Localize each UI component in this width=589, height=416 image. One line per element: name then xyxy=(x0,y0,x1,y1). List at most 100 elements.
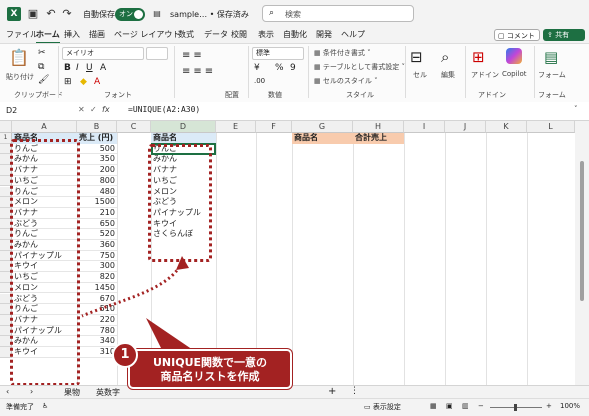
formula-cancel-icon[interactable]: ✕ xyxy=(78,105,85,114)
cell-sales[interactable]: 210 xyxy=(77,208,117,219)
formula-input[interactable]: =UNIQUE(A2:A30) xyxy=(128,105,200,114)
save-icon[interactable]: ▣ xyxy=(26,7,40,21)
expand-formula-icon[interactable]: ˅ xyxy=(574,105,578,113)
cell-sales[interactable]: 220 xyxy=(77,315,117,326)
cell-sales[interactable]: 780 xyxy=(77,326,117,337)
comment-button[interactable]: ▢ コメント xyxy=(494,29,540,41)
tab-automate[interactable]: 自動化 xyxy=(283,28,307,42)
cells-label[interactable]: セル xyxy=(413,70,427,80)
tab-home[interactable]: ホーム xyxy=(36,28,60,44)
normal-view-icon[interactable]: ▦ xyxy=(430,402,437,410)
page-layout-view-icon[interactable]: ▣ xyxy=(446,402,453,410)
tab-formulas[interactable]: 数式 xyxy=(178,28,194,42)
align-left-icon[interactable]: ≡≡≡ xyxy=(182,66,216,77)
currency-icon[interactable]: ¥ xyxy=(254,63,260,73)
cell-sales[interactable]: 650 xyxy=(77,219,117,230)
cell-styles-button[interactable]: ▦ セルのスタイル ˅ xyxy=(314,76,378,86)
increase-decimal-icon[interactable]: .00 xyxy=(254,77,265,85)
page-break-view-icon[interactable]: ▥ xyxy=(462,402,469,410)
font-size-select[interactable] xyxy=(146,47,168,60)
align-top-icon[interactable]: ≡≡ xyxy=(182,50,205,61)
comma-icon[interactable]: 9 xyxy=(290,63,296,73)
copilot-icon[interactable] xyxy=(506,48,522,64)
conditional-format-button[interactable]: ▦ 条件付き書式 ˅ xyxy=(314,48,371,58)
vertical-scrollbar[interactable] xyxy=(576,121,589,385)
paste-icon[interactable]: 📋 xyxy=(8,48,30,68)
copilot-label[interactable]: Copilot xyxy=(502,70,527,78)
forms-label[interactable]: フォーム xyxy=(538,70,566,80)
cells-icon[interactable]: ⊟ xyxy=(410,48,423,66)
cell-sales[interactable]: 1450 xyxy=(77,283,117,294)
tab-page-layout[interactable]: ページ レイアウト xyxy=(114,28,180,42)
cell-sales[interactable]: 310 xyxy=(77,347,117,358)
italic-icon[interactable]: I xyxy=(76,63,79,73)
header-total-sales[interactable]: 合計売上 xyxy=(353,133,404,144)
zoom-out-icon[interactable]: − xyxy=(478,402,484,410)
addin-label[interactable]: アドイン xyxy=(471,70,499,80)
cell-sales[interactable]: 360 xyxy=(77,240,117,251)
worksheet-grid[interactable]: A B C D E F G H I J K L 1 商品名 売上 (円) 商品名… xyxy=(0,121,575,385)
cell-sales[interactable]: 800 xyxy=(77,176,117,187)
cell-sales[interactable]: 200 xyxy=(77,165,117,176)
zoom-in-icon[interactable]: + xyxy=(546,402,552,410)
paste-label[interactable]: 貼り付け xyxy=(6,72,34,82)
tab-insert[interactable]: 挿入 xyxy=(64,28,80,42)
accessibility-icon[interactable]: ♿ xyxy=(42,402,48,410)
tab-data[interactable]: データ xyxy=(204,28,228,42)
forms-icon[interactable]: ▤ xyxy=(544,48,558,66)
column-header-a[interactable]: A xyxy=(12,121,77,133)
column-header-d[interactable]: D xyxy=(151,121,216,133)
tab-draw[interactable]: 描画 xyxy=(89,28,105,42)
column-header-c[interactable]: C xyxy=(117,121,151,133)
sheet-prev-icon[interactable]: ‹ xyxy=(6,387,9,396)
tab-view[interactable]: 表示 xyxy=(258,28,274,42)
format-painter-icon[interactable]: 🖌 xyxy=(38,75,49,85)
cell-sales[interactable]: 350 xyxy=(77,154,117,166)
header-sales[interactable]: 売上 (円) xyxy=(77,133,117,144)
font-name-select[interactable]: メイリオ xyxy=(62,47,144,60)
column-header-l[interactable]: L xyxy=(527,121,575,133)
fill-color-icon[interactable]: ◆ xyxy=(80,77,87,87)
column-header-b[interactable]: B xyxy=(77,121,117,133)
cell-sales[interactable]: 1500 xyxy=(77,197,117,208)
copy-icon[interactable]: ⧉ xyxy=(38,62,44,72)
sheet-tab-alnum[interactable]: 英数字 xyxy=(96,387,120,398)
select-all-corner[interactable] xyxy=(0,121,12,133)
sheet-menu-icon[interactable]: ⋮ xyxy=(350,386,359,396)
cell-sales[interactable]: 480 xyxy=(77,187,117,198)
tab-file[interactable]: ファイル xyxy=(6,28,38,42)
underline-icon[interactable]: U xyxy=(86,63,93,73)
percent-icon[interactable]: % xyxy=(275,63,284,73)
font-color-icon[interactable]: A xyxy=(94,77,100,87)
column-header-h[interactable]: H xyxy=(353,121,404,133)
tab-help[interactable]: ヘルプ xyxy=(341,28,365,42)
column-header-e[interactable]: E xyxy=(216,121,256,133)
editing-search-icon[interactable]: ⌕ xyxy=(441,48,449,66)
undo-icon[interactable]: ↶ xyxy=(44,7,58,21)
column-header-f[interactable]: F xyxy=(256,121,292,133)
column-header-j[interactable]: J xyxy=(445,121,486,133)
font-grow-icon[interactable]: A xyxy=(100,63,106,73)
cell-sales[interactable]: 500 xyxy=(77,144,117,155)
tab-developer[interactable]: 開発 xyxy=(316,28,332,42)
autosave-toggle[interactable]: オン xyxy=(115,8,145,21)
cell-sales[interactable]: 340 xyxy=(77,336,117,347)
cell-sales[interactable]: 750 xyxy=(77,251,117,262)
redo-icon[interactable]: ↷ xyxy=(60,7,74,21)
sheet-next-icon[interactable]: › xyxy=(30,387,33,396)
column-header-k[interactable]: K xyxy=(486,121,527,133)
column-header-i[interactable]: I xyxy=(404,121,445,133)
border-icon[interactable]: ⊞ xyxy=(64,77,72,87)
cell-sales[interactable]: 520 xyxy=(77,229,117,240)
cut-icon[interactable]: ✂ xyxy=(38,48,46,58)
cell-sales[interactable]: 300 xyxy=(77,261,117,273)
function-icon[interactable]: fx xyxy=(102,105,110,114)
addin-icon[interactable]: ⊞ xyxy=(472,48,485,66)
share-button[interactable]: ⇪ 共有 xyxy=(543,29,585,41)
display-settings-button[interactable]: ▭ 表示設定 xyxy=(364,402,401,412)
header-summary-name[interactable]: 商品名 xyxy=(292,133,353,144)
format-as-table-button[interactable]: ▦ テーブルとして書式設定 ˅ xyxy=(314,62,405,72)
sheet-tab-fruit[interactable]: 果物 xyxy=(64,387,80,398)
search-box[interactable]: ⌕ 検索 xyxy=(262,5,414,22)
name-box[interactable]: D2 xyxy=(4,104,76,117)
